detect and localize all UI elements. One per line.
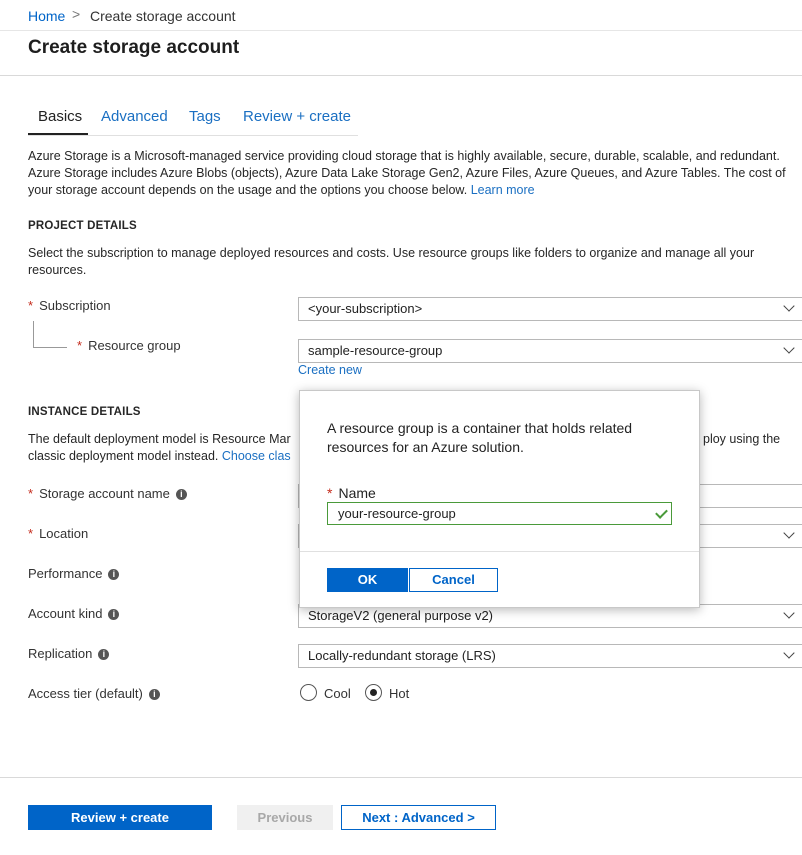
previous-button: Previous: [237, 805, 333, 830]
instance-details-description: The default deployment model is Resource…: [28, 432, 291, 446]
access-tier-hot-radio[interactable]: [365, 684, 382, 701]
instance-details-description-end: ploy using the: [703, 432, 781, 446]
subscription-label-text: Subscription: [39, 298, 111, 313]
tab-advanced[interactable]: Advanced: [101, 108, 168, 125]
access-tier-label: Access tier (default) i: [28, 686, 160, 701]
account-kind-label: Account kind i: [28, 606, 120, 621]
chevron-down-icon: [783, 342, 795, 354]
resource-group-label-text: Resource group: [88, 338, 181, 353]
dialog-divider: [300, 551, 699, 552]
info-icon[interactable]: i: [108, 609, 120, 621]
breadcrumb-current: Create storage account: [90, 8, 236, 24]
ok-button[interactable]: OK: [327, 568, 408, 592]
required-marker: *: [327, 485, 333, 501]
tree-connector-horizontal: [33, 347, 67, 348]
title-divider: [0, 75, 802, 76]
create-new-link[interactable]: Create new: [298, 363, 362, 377]
info-icon[interactable]: i: [108, 569, 120, 581]
replication-dropdown[interactable]: Locally-redundant storage (LRS): [298, 644, 802, 668]
footer-divider: [0, 777, 802, 778]
subscription-value: <your-subscription>: [308, 301, 423, 316]
active-tab-indicator: [28, 133, 88, 135]
access-tier-cool-radio[interactable]: [300, 684, 317, 701]
learn-more-link[interactable]: Learn more: [471, 183, 535, 197]
replication-label-text: Replication: [28, 646, 93, 661]
info-icon[interactable]: i: [98, 649, 110, 661]
chevron-down-icon: [783, 527, 795, 539]
chevron-down-icon: [783, 300, 795, 312]
cancel-button[interactable]: Cancel: [409, 568, 498, 592]
intro-description: Azure Storage is a Microsoft-managed ser…: [28, 149, 786, 197]
performance-label: Performance i: [28, 566, 120, 581]
subscription-dropdown[interactable]: <your-subscription>: [298, 297, 802, 321]
review-create-button[interactable]: Review + create: [28, 805, 212, 830]
required-marker: *: [28, 298, 34, 313]
resource-group-dropdown[interactable]: sample-resource-group: [298, 339, 802, 363]
instance-details-description-line2: classic deployment model instead. Choose…: [28, 448, 298, 465]
location-label-text: Location: [39, 526, 89, 541]
chevron-down-icon: [783, 607, 795, 619]
account-kind-label-text: Account kind: [28, 606, 103, 621]
performance-label-text: Performance: [28, 566, 103, 581]
instance-details-heading: INSTANCE DETAILS: [28, 406, 141, 418]
resource-group-value: sample-resource-group: [308, 343, 443, 358]
access-tier-hot-label[interactable]: Hot: [389, 686, 409, 701]
required-marker: *: [77, 338, 83, 353]
project-details-description: Select the subscription to manage deploy…: [28, 246, 755, 277]
intro-text: Azure Storage is a Microsoft-managed ser…: [28, 148, 802, 199]
replication-label: Replication i: [28, 646, 110, 661]
instance-details-classic-text: classic deployment model instead.: [28, 449, 219, 463]
checkmark-icon: [655, 506, 668, 519]
page-title: Create storage account: [28, 37, 240, 58]
dialog-name-label-text: Name: [338, 485, 376, 501]
required-marker: *: [28, 486, 34, 501]
tab-tags[interactable]: Tags: [189, 108, 221, 125]
breadcrumb-separator-icon: >: [72, 6, 81, 22]
access-tier-label-text: Access tier (default): [28, 686, 143, 701]
subscription-label: * Subscription: [28, 298, 111, 313]
resource-group-label: * Resource group: [77, 338, 181, 353]
replication-value: Locally-redundant storage (LRS): [308, 648, 496, 663]
location-label: * Location: [28, 526, 88, 541]
required-marker: *: [28, 526, 34, 541]
project-details-heading: PROJECT DETAILS: [28, 220, 137, 232]
chevron-down-icon: [783, 647, 795, 659]
info-icon[interactable]: i: [175, 489, 187, 501]
breadcrumb-home-link[interactable]: Home: [28, 8, 65, 24]
dialog-description: A resource group is a container that hol…: [327, 420, 633, 455]
resource-group-name-value: your-resource-group: [338, 506, 456, 521]
tab-divider: [28, 135, 358, 136]
tab-basics[interactable]: Basics: [38, 108, 82, 125]
next-advanced-button[interactable]: Next : Advanced >: [341, 805, 496, 830]
tree-connector: [33, 321, 34, 347]
tab-review-create[interactable]: Review + create: [243, 108, 351, 125]
storage-account-name-label: * Storage account name i: [28, 486, 187, 501]
radio-selected-dot: [369, 688, 377, 696]
access-tier-cool-label[interactable]: Cool: [324, 686, 351, 701]
info-icon[interactable]: i: [148, 689, 160, 701]
create-resource-group-dialog: A resource group is a container that hol…: [299, 390, 700, 608]
choose-classic-link[interactable]: Choose clas: [222, 449, 291, 463]
dialog-name-label: * Name: [327, 485, 376, 501]
breadcrumb: Home > Create storage account: [0, 0, 802, 31]
account-kind-value: StorageV2 (general purpose v2): [308, 608, 494, 623]
storage-account-name-label-text: Storage account name: [39, 486, 170, 501]
resource-group-name-input[interactable]: your-resource-group: [327, 502, 672, 525]
